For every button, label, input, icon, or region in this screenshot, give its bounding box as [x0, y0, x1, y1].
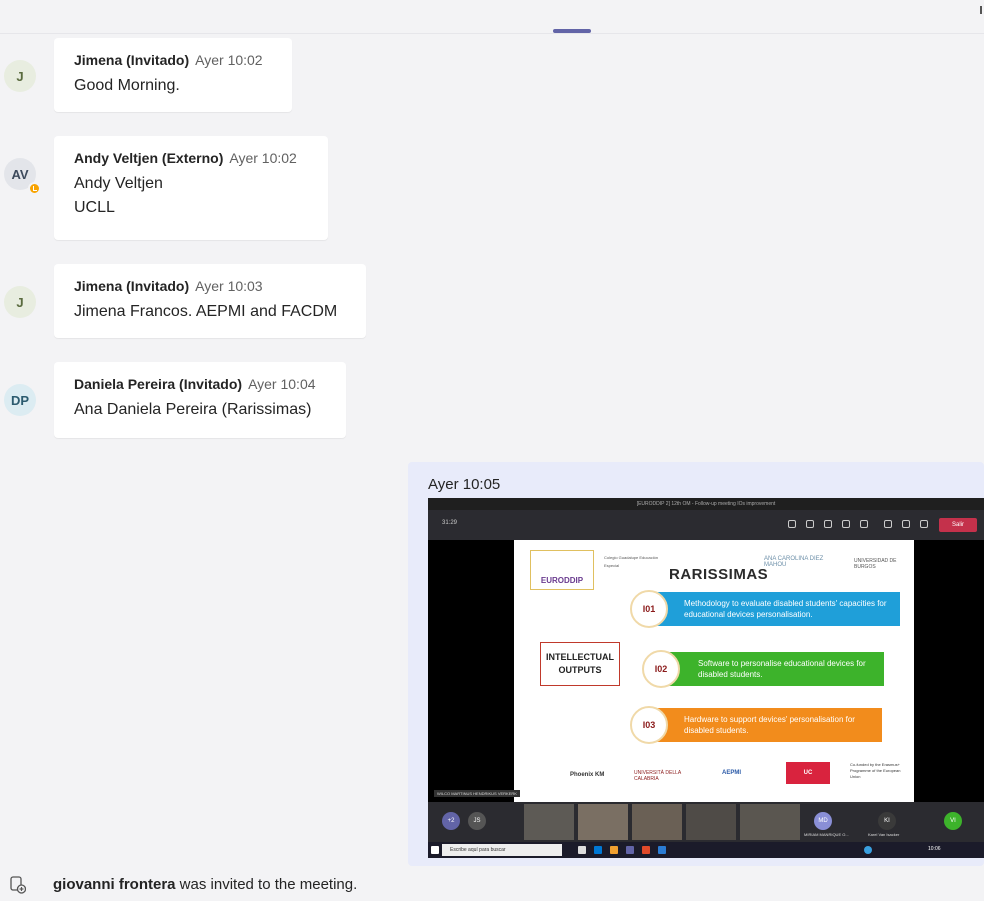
participant-avatar: KI	[878, 812, 896, 830]
avatar[interactable]: J	[4, 60, 36, 92]
participant-avatar: JS	[468, 812, 486, 830]
message-bubble[interactable]: Andy Veltjen (Externo) Ayer 10:02 Andy Ve…	[54, 136, 328, 240]
message-bubble[interactable]: Jimena (Invitado) Ayer 10:03 Jimena Franc…	[54, 264, 366, 338]
message-meta: Andy Veltjen (Externo) Ayer 10:02	[74, 148, 308, 168]
message-meta: Daniela Pereira (Invitado) Ayer 10:04	[74, 374, 326, 394]
message-author[interactable]: Jimena (Invitado)	[74, 52, 189, 68]
participant-strip: +2 JS MD MIRIAM MANRIQUE O... KI Karel V…	[428, 802, 984, 842]
message-author[interactable]: Daniela Pereira (Invitado)	[74, 376, 242, 392]
message-time: Ayer 10:04	[248, 376, 316, 392]
system-message: giovanni frontera was invited to the mee…	[0, 872, 984, 901]
message-time: Ayer 10:02	[229, 150, 297, 166]
message-text: Ana Daniela Pereira (Rarissimas)	[74, 401, 312, 418]
share-icon	[920, 520, 928, 528]
colegio-logo: Colegio Guadalupe Educación Especial	[604, 555, 659, 568]
screenshot-call-toolbar: 31:29 Salir	[428, 510, 984, 540]
explorer-icon	[610, 846, 618, 854]
participant-label: MIRIAM MANRIQUE O...	[804, 832, 849, 837]
chrome-icon	[642, 846, 650, 854]
video-tile	[686, 804, 736, 840]
message-bubble[interactable]: Jimena (Invitado) Ayer 10:02 Good Morning…	[54, 38, 292, 112]
message-meta: Jimena (Invitado) Ayer 10:02	[74, 50, 272, 70]
participant-avatar: +2	[442, 812, 460, 830]
output-bar-1: Methodology to evaluate disabled student…	[650, 592, 900, 626]
camera-icon	[884, 520, 892, 528]
windows-start-icon	[431, 846, 439, 854]
burgos-logo: UNIVERSIDAD DE BURGOS	[854, 558, 897, 570]
screenshot-window-title: [EURODDIP 2] 12th OM - Follow-up meeting…	[428, 498, 984, 510]
aepmi-logo: AEPMI	[722, 770, 742, 776]
message-author[interactable]: Jimena (Invitado)	[74, 278, 189, 294]
uc-logo: UC	[786, 762, 830, 784]
video-tile	[524, 804, 574, 840]
mic-icon	[902, 520, 910, 528]
add-participant-icon	[10, 876, 26, 894]
invited-user-name[interactable]: giovanni frontera	[53, 876, 176, 893]
eu-logo: Co-funded by the Erasmus+ Programme of t…	[850, 762, 901, 779]
own-message-bubble[interactable]: Ayer 10:05 [EURODDIP 2] 12th OM - Follow…	[408, 462, 984, 866]
windows-taskbar: Escribe aquí para buscar 10:06	[428, 842, 984, 858]
output-code-3: I03	[630, 706, 668, 744]
task-view-icon	[578, 846, 586, 854]
leave-call-button: Salir	[939, 518, 977, 532]
intellectual-outputs-box: INTELLECTUAL OUTPUTS	[540, 642, 620, 686]
system-message-text: giovanni frontera was invited to the mee…	[53, 876, 357, 893]
avatar[interactable]: DP	[4, 384, 36, 416]
participant-label: Karel Van Isacker	[868, 832, 900, 837]
edge-icon	[594, 846, 602, 854]
video-tile	[740, 804, 800, 840]
message-author[interactable]: Andy Veltjen (Externo)	[74, 150, 223, 166]
message-time: Ayer 10:03	[195, 278, 263, 294]
reactions-icon	[824, 520, 832, 528]
phoenix-logo: Phoenix KM	[570, 772, 605, 778]
participants-icon	[788, 520, 796, 528]
participant-avatar: MD	[814, 812, 832, 830]
taskbar-search: Escribe aquí para buscar	[442, 844, 562, 856]
system-message-body: was invited to the meeting.	[175, 876, 358, 893]
euroddip-logo: EURODDIP	[530, 550, 594, 590]
ana-carolina-logo: ANA CAROLINA DIEZ MAHOU	[764, 556, 824, 568]
message-time: Ayer 10:02	[195, 52, 263, 68]
teams-icon	[626, 846, 634, 854]
shared-screenshot-image[interactable]: [EURODDIP 2] 12th OM - Follow-up meeting…	[428, 498, 984, 858]
message-meta: Jimena (Invitado) Ayer 10:03	[74, 276, 346, 296]
output-code-2: I02	[642, 650, 680, 688]
message-text: Andy Veltjen	[74, 175, 163, 192]
active-tab-indicator	[553, 29, 591, 33]
rooms-icon	[842, 520, 850, 528]
top-bar	[0, 0, 984, 34]
video-tile	[632, 804, 682, 840]
message-text: UCLL	[74, 199, 115, 216]
message-text: Jimena Francos. AEPMI and FACDM	[74, 303, 338, 320]
output-code-1: I01	[630, 590, 668, 628]
word-icon	[658, 846, 666, 854]
output-bar-2: Software to personalise educational devi…	[664, 652, 884, 686]
more-icon	[860, 520, 868, 528]
rarissimas-logo: RARISSIMAS	[669, 566, 769, 583]
away-status-icon	[28, 182, 41, 195]
message-text: Good Morning.	[74, 77, 180, 94]
message-time: Ayer 10:05	[428, 476, 501, 493]
output-bar-3: Hardware to support devices' personalisa…	[650, 708, 882, 742]
speaker-name-tag: WILCO MARTINUS HENDRIKUS VERKERK	[434, 790, 520, 797]
video-tile	[578, 804, 628, 840]
presentation-slide: EURODDIP Colegio Guadalupe Educación Esp…	[514, 540, 914, 802]
participant-avatar: VI	[944, 812, 962, 830]
call-timer: 31:29	[442, 520, 458, 526]
chat-icon	[806, 520, 814, 528]
avatar[interactable]: J	[4, 286, 36, 318]
tray-icon	[864, 846, 872, 854]
taskbar-clock: 10:06	[928, 846, 941, 852]
corner-mark	[980, 6, 982, 14]
calabria-logo: UNIVERSITÀ DELLA CALABRIA	[634, 770, 681, 782]
message-bubble[interactable]: Daniela Pereira (Invitado) Ayer 10:04 Ana…	[54, 362, 346, 438]
